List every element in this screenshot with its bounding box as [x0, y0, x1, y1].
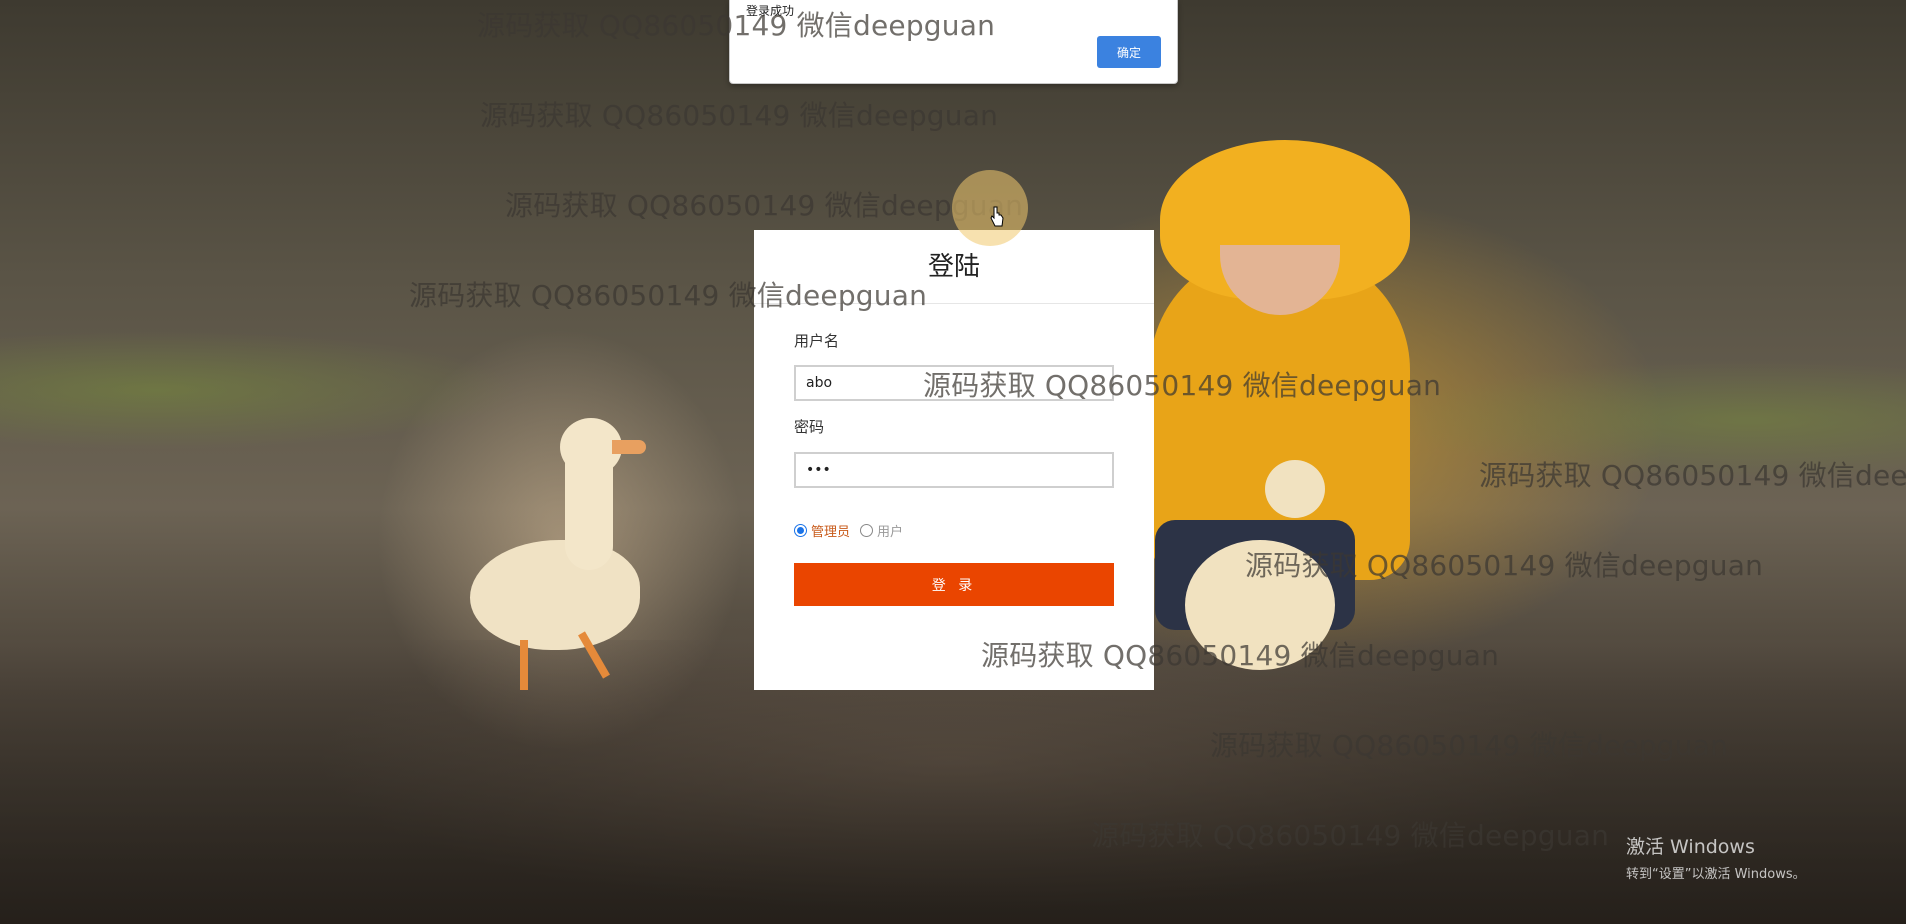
username-input[interactable]: [794, 365, 1114, 401]
password-label: 密码: [794, 418, 825, 436]
login-title: 登陆: [754, 230, 1154, 304]
username-label: 用户名: [794, 332, 840, 350]
login-card: 登陆 用户名 密码 管理员 用户 登 录: [754, 230, 1154, 690]
alert-dialog: 登录成功 确定: [729, 0, 1178, 84]
alert-message: 登录成功: [746, 4, 795, 18]
alert-ok-button[interactable]: 确定: [1097, 36, 1161, 68]
role-option-admin[interactable]: 管理员: [794, 521, 850, 540]
page-background: 登陆 用户名 密码 管理员 用户 登 录 登录成功 确定 源码获取 QQ8605…: [0, 0, 1906, 924]
background-grass-left: [0, 330, 520, 450]
role-option-user[interactable]: 用户: [860, 521, 903, 540]
radio-admin[interactable]: [794, 524, 807, 537]
watermark-text: 源码获取 QQ86050149 微信deepguan: [480, 99, 999, 132]
activation-subtitle: 转到“设置”以激活 Windows。: [1626, 867, 1806, 882]
role-label-user: 用户: [877, 525, 904, 540]
password-input[interactable]: [794, 452, 1114, 488]
windows-activation-notice: 激活 Windows 转到“设置”以激活 Windows。: [1626, 832, 1806, 882]
role-label-admin: 管理员: [811, 525, 851, 540]
hand-cursor-icon: [990, 206, 1004, 227]
watermark-text: 源码获取 QQ86050149 微信deepguan: [505, 189, 1024, 222]
background-grass-right: [1386, 360, 1906, 480]
radio-user[interactable]: [860, 524, 874, 537]
login-button[interactable]: 登 录: [794, 563, 1114, 606]
role-selector: 管理员 用户: [794, 521, 903, 540]
activation-title: 激活 Windows: [1626, 836, 1755, 858]
